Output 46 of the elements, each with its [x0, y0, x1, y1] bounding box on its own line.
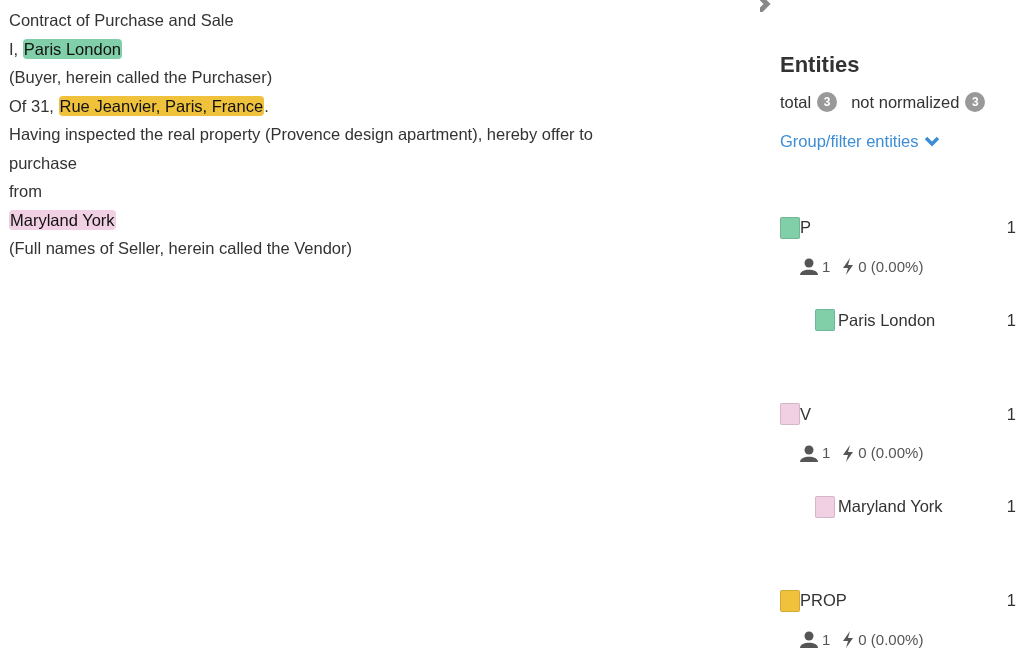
entity-name: Paris London: [838, 309, 936, 331]
chevron-down-icon: [924, 135, 941, 147]
entity-highlight[interactable]: Rue Jeanvier, Paris, France: [58, 95, 265, 116]
not-normalized-label: not normalized: [851, 92, 960, 113]
entity-count: 1: [1006, 217, 1016, 239]
entity-count: 1: [1006, 403, 1016, 425]
entity-count: 1: [1006, 309, 1016, 331]
document-text: from: [9, 182, 42, 200]
document-text: (Buyer, herein called the Purchaser): [9, 68, 273, 86]
auto-count: 0 (0.00%): [858, 256, 924, 277]
document-text: I,: [9, 39, 20, 58]
user-count: 1: [822, 256, 831, 277]
person-icon: [800, 631, 818, 649]
person-icon: [800, 444, 818, 462]
entity-count: 1: [1006, 496, 1016, 518]
entity-row[interactable]: Maryland York 1: [815, 494, 1016, 519]
user-count: 1: [822, 443, 831, 463]
entity-highlight[interactable]: Paris London: [22, 38, 122, 59]
lightning-icon: [842, 258, 855, 276]
document-text: Of 31,: [9, 96, 55, 115]
document-text: Contract of Purchase and Sale: [9, 11, 234, 29]
lightning-icon: [842, 444, 855, 462]
count-badge: 3: [817, 92, 838, 113]
group-filter-link[interactable]: Group/filter entities: [780, 128, 941, 154]
entity-type-label: V: [800, 403, 811, 425]
entity-group-row[interactable]: PROP 1: [780, 588, 1016, 613]
person-icon: [800, 258, 818, 276]
auto-count: 0 (0.00%): [858, 629, 924, 650]
count-badge: 3: [965, 92, 986, 113]
entity-name: Maryland York: [838, 496, 943, 518]
entity-row[interactable]: Paris London 1: [815, 308, 1016, 332]
lightning-icon: [842, 631, 855, 649]
document-text: .: [264, 96, 269, 115]
user-count: 1: [822, 629, 831, 650]
document-text: (Full names of Seller, herein called the Vendor): [9, 239, 353, 257]
entity-group-row[interactable]: P 1: [780, 215, 1016, 240]
panel-heading: Entities: [780, 51, 861, 79]
entity-group-row[interactable]: V 1: [780, 402, 1016, 426]
entity-type-label: P: [800, 217, 811, 239]
entity-count: 1: [1006, 590, 1016, 612]
entity-highlight[interactable]: Maryland York: [9, 209, 116, 230]
entity-type-label: PROP: [800, 590, 847, 612]
total-label: total: [780, 92, 812, 113]
document-text: Having inspected the real property (Provence design apartment), hereby offer to: [9, 125, 593, 143]
auto-count: 0 (0.00%): [858, 443, 924, 463]
document-text: purchase: [9, 153, 77, 172]
